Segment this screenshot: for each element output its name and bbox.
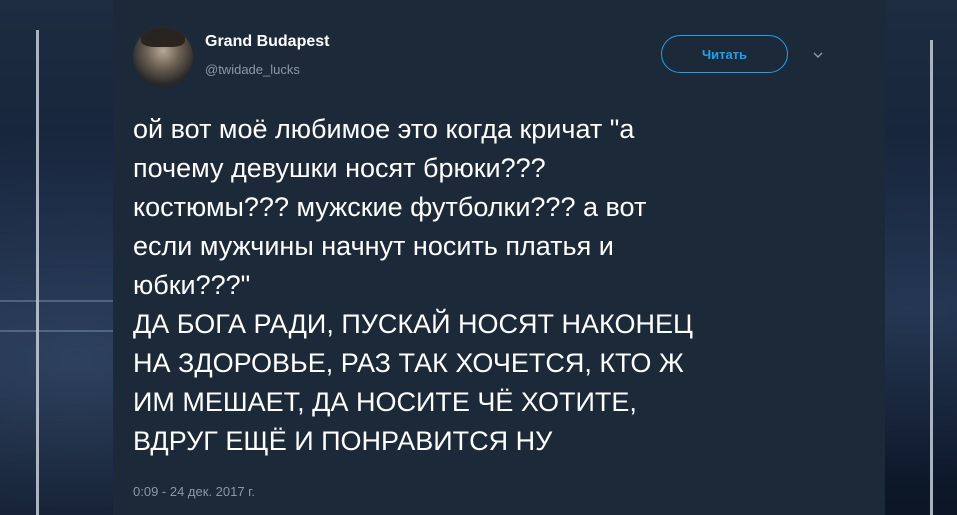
tweet-text-line: ой вот моё любимое это когда кричат "а (133, 114, 635, 144)
lamp-pole-left (36, 30, 39, 515)
tweet-text-line: ИМ МЕШАЕТ, ДА НОСИТЕ ЧЁ ХОТИТЕ, (133, 387, 637, 417)
chevron-down-icon[interactable] (811, 48, 825, 62)
tweet-text-line: ВДРУГ ЕЩЁ И ПОНРАВИТСЯ НУ (133, 426, 553, 456)
lamp-pole-right (930, 40, 933, 515)
tweet-text: ой вот моё любимое это когда кричат "а п… (133, 110, 833, 461)
author-display-name[interactable]: Grand Budapest (205, 33, 329, 51)
tweet-timestamp[interactable]: 0:09 - 24 дек. 2017 г. (133, 484, 255, 499)
avatar-hair (141, 27, 185, 47)
author-handle[interactable]: @twidade_lucks (205, 62, 300, 77)
tweet-text-line: НА ЗДОРОВЬЕ, РАЗ ТАК ХОЧЕТСЯ, КТО Ж (133, 348, 684, 378)
avatar[interactable] (133, 27, 193, 87)
tweet-text-line: ДА БОГА РАДИ, ПУСКАЙ НОСЯТ НАКОНЕЦ (133, 309, 693, 339)
tweet-text-line: юбки???" (133, 270, 251, 300)
tweet-card: Grand Budapest @twidade_lucks Читать ой … (113, 0, 885, 515)
tweet-text-line: костюмы??? мужские футболки??? а вот (133, 192, 647, 222)
tweet-text-line: почему девушки носят брюки??? (133, 153, 546, 183)
follow-button[interactable]: Читать (661, 35, 788, 73)
tweet-text-line: если мужчины начнут носить платья и (133, 231, 614, 261)
